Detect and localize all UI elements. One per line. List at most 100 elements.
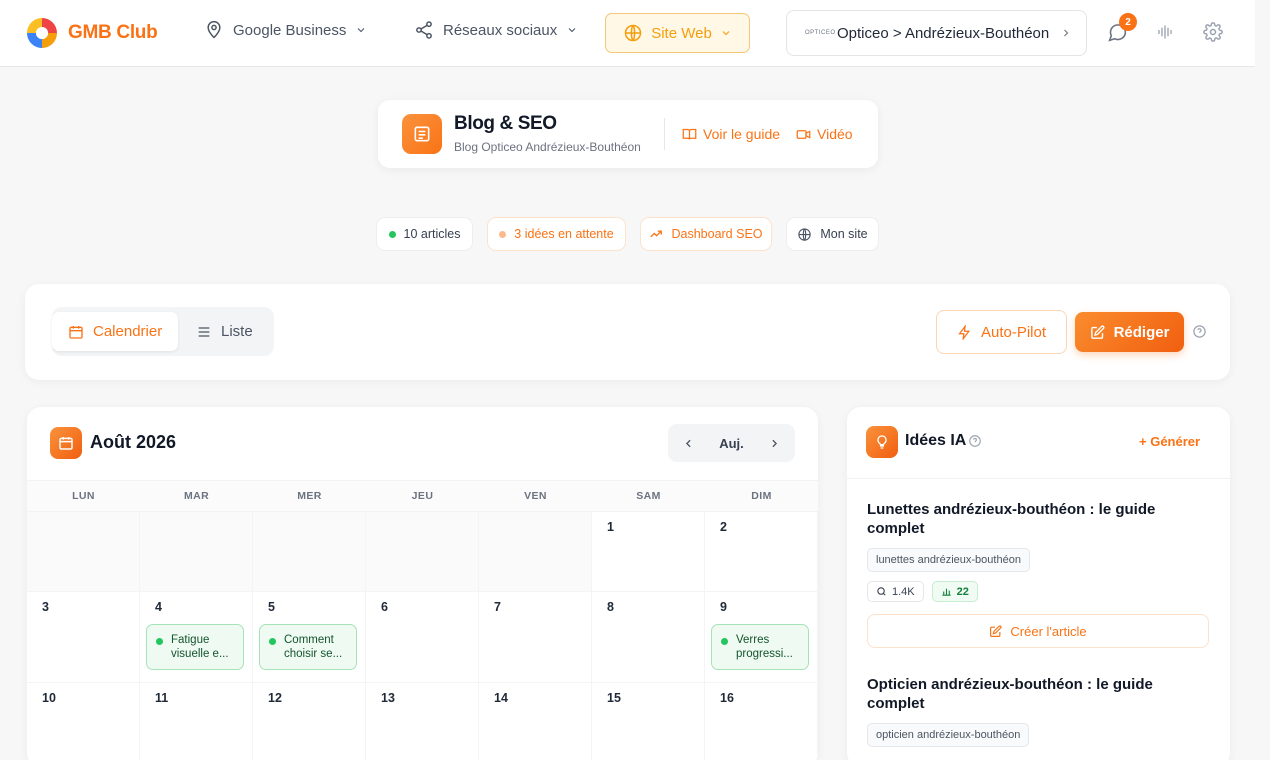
guide-link-label: Voir le guide — [703, 126, 781, 142]
calendar-day-cell[interactable]: 14 — [479, 683, 592, 760]
day-number: 3 — [42, 600, 49, 614]
autopilot-label: Auto-Pilot — [980, 323, 1047, 341]
weekday-label: JEU — [411, 490, 434, 502]
location-logo: OPTICEO — [805, 30, 836, 36]
video-link[interactable]: Vidéo — [796, 126, 853, 142]
bar-chart-icon — [942, 588, 951, 596]
help-circle-icon[interactable] — [968, 434, 982, 448]
chevron-down-icon — [568, 28, 576, 33]
status-dot — [721, 638, 728, 645]
blog-icon — [402, 114, 442, 154]
nav-social[interactable]: Réseaux sociaux — [414, 20, 578, 40]
calendar-day-cell[interactable]: 2 — [705, 512, 818, 592]
calendar-day-cell[interactable]: 9 Verres progressi... — [705, 592, 818, 683]
view-switcher: Calendrier Liste — [52, 307, 274, 356]
calendar-day-cell[interactable]: 12 — [253, 683, 366, 760]
scheduled-article-event[interactable]: Comment choisir se... — [259, 624, 357, 670]
calendar-day-cell — [140, 512, 253, 592]
guide-link[interactable]: Voir le guide — [682, 126, 780, 142]
day-number: 2 — [720, 520, 727, 534]
day-number: 8 — [607, 600, 614, 614]
calendar-day-cell[interactable]: 10 — [27, 683, 140, 760]
calendar-day-cell[interactable]: 1 — [592, 512, 705, 592]
calendar-day-cell[interactable]: 7 — [479, 592, 592, 683]
nav-site-web[interactable]: Site Web — [605, 13, 750, 53]
weekday-label: DIM — [751, 490, 772, 502]
chevron-right-icon — [1064, 29, 1069, 37]
video-camera-icon — [796, 129, 811, 139]
create-article-button[interactable]: Créer l'article — [867, 614, 1209, 648]
day-number: 1 — [607, 520, 614, 534]
nav-social-label: Réseaux sociaux — [443, 21, 558, 39]
calendar-grid: 1 2 3 4 Fatigue visuelle e... 5 Comment choisi… — [27, 512, 818, 760]
list-icon — [198, 326, 210, 337]
difficulty-value: 22 — [956, 585, 969, 598]
generate-ideas-button[interactable]: + Générer — [1139, 434, 1200, 449]
day-number: 4 — [155, 600, 162, 614]
brand-logo[interactable]: GMB Club — [24, 15, 158, 51]
calendar-panel: Août 2026 Auj. LUN MAR MER JEU VEN SAM D… — [27, 407, 818, 760]
calendar-day-cell[interactable]: 3 — [27, 592, 140, 683]
calendar-day-cell[interactable]: 11 — [140, 683, 253, 760]
calendar-day-cell — [253, 512, 366, 592]
gear-icon[interactable] — [1203, 22, 1223, 42]
today-button[interactable]: Auj. — [719, 436, 744, 451]
day-number: 9 — [720, 600, 727, 614]
chevron-down-icon — [722, 31, 730, 36]
day-number: 7 — [494, 600, 501, 614]
weekday-label: MAR — [183, 490, 210, 502]
tab-calendar[interactable]: Calendrier — [52, 312, 179, 351]
gmb-logo-icon — [27, 18, 57, 48]
scheduled-article-event[interactable]: Fatigue visuelle e... — [146, 624, 244, 670]
weekday-label: VEN — [524, 490, 547, 502]
my-site-pill[interactable]: Mon site — [786, 217, 879, 251]
divider — [847, 478, 1230, 479]
tab-list[interactable]: Liste — [180, 312, 269, 351]
lightning-icon — [958, 324, 971, 340]
calendar-day-cell — [479, 512, 592, 592]
idea-title: Lunettes andrézieux-bouthéon : le guide … — [867, 501, 1156, 537]
calendar-day-cell[interactable]: 16 — [705, 683, 818, 760]
articles-count-pill[interactable]: 10 articles — [376, 217, 473, 251]
trending-up-icon — [650, 230, 663, 238]
video-link-label: Vidéo — [817, 126, 853, 142]
calendar-day-cell[interactable]: 4 Fatigue visuelle e... — [140, 592, 253, 683]
calendar-day-cell[interactable]: 8 — [592, 592, 705, 683]
location-name: Opticeo > Andrézieux-Bouthéon — [837, 24, 1050, 42]
dashboard-seo-pill[interactable]: Dashboard SEO — [640, 217, 772, 251]
autopilot-button[interactable]: Auto-Pilot — [936, 310, 1067, 354]
search-icon — [877, 587, 886, 596]
lightbulb-icon — [866, 426, 898, 458]
prev-month-button[interactable] — [682, 437, 695, 450]
ideas-pending-pill[interactable]: 3 idées en attente — [487, 217, 626, 251]
day-number: 12 — [268, 691, 282, 705]
ideas-pending-label: 3 idées en attente — [514, 227, 614, 241]
create-article-label: Créer l'article — [1010, 623, 1087, 639]
search-volume-value: 1.4K — [892, 585, 915, 598]
nav-google-business[interactable]: Google Business — [204, 20, 367, 40]
write-article-button[interactable]: Rédiger — [1075, 312, 1184, 352]
audio-wave-icon[interactable] — [1156, 22, 1174, 42]
event-title: Comment choisir se... — [284, 634, 343, 660]
map-pin-icon — [207, 20, 221, 39]
day-number: 16 — [720, 691, 734, 705]
event-title: Verres progressi... — [736, 634, 793, 660]
ai-ideas-panel: Idées IA + Générer Lunettes andrézieux-b… — [847, 407, 1230, 760]
calendar-day-cell[interactable]: 5 Comment choisir se... — [253, 592, 366, 683]
status-dot — [388, 230, 396, 238]
globe-icon — [624, 24, 642, 42]
help-circle-icon[interactable] — [1192, 324, 1207, 339]
view-toolbar: Calendrier Liste Auto-Pilot Rédiger — [25, 284, 1230, 380]
calendar-day-cell — [27, 512, 140, 592]
calendar-day-cell[interactable]: 13 — [366, 683, 479, 760]
location-selector[interactable]: OPTICEO Opticeo > Andrézieux-Bouthéon — [786, 10, 1087, 56]
day-number: 15 — [607, 691, 621, 705]
keyword-tag: opticien andrézieux-bouthéon — [867, 723, 1030, 747]
calendar-day-cell[interactable]: 6 — [366, 592, 479, 683]
page-title: Blog & SEO — [454, 113, 557, 134]
scheduled-article-event[interactable]: Verres progressi... — [711, 624, 809, 670]
calendar-day-cell[interactable]: 15 — [592, 683, 705, 760]
divider — [664, 118, 665, 150]
edit-icon — [1090, 325, 1105, 339]
next-month-button[interactable] — [768, 437, 781, 450]
